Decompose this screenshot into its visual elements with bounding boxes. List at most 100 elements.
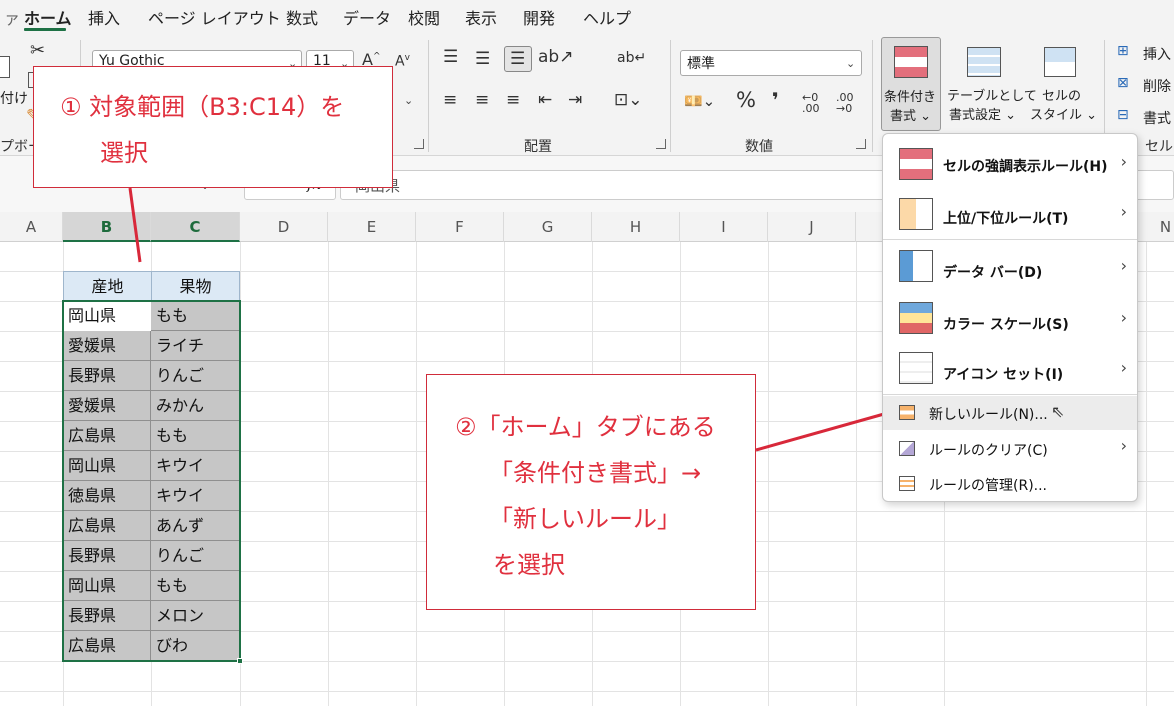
chevron-down-icon: ⌄ <box>846 57 856 70</box>
cell-c10[interactable]: あんず <box>151 511 240 541</box>
column-header-c[interactable]: C <box>151 212 240 242</box>
tab-developer[interactable]: 開発 <box>523 5 555 29</box>
cell-c11[interactable]: りんご <box>151 541 240 571</box>
tab-page-layout[interactable]: ページ レイアウト <box>148 5 281 29</box>
cell-b10[interactable]: 広島県 <box>63 511 151 541</box>
format-cells-icon[interactable]: ⊟ <box>1117 108 1129 122</box>
cell-c8[interactable]: キウイ <box>151 451 240 481</box>
cell-c12[interactable]: もも <box>151 571 240 601</box>
number-format-combobox[interactable]: 標準 <box>680 50 862 76</box>
cell-c6[interactable]: みかん <box>151 391 240 421</box>
delete-cells-label[interactable]: 削除 <box>1143 76 1171 96</box>
decrease-decimal-icon[interactable]: .00 →0 <box>836 92 854 114</box>
column-header-f[interactable]: F <box>416 212 504 242</box>
menu-item-new-rule[interactable]: 新しいルール(N)... ⇖ <box>883 396 1137 430</box>
tab-help[interactable]: ヘルプ <box>583 5 631 29</box>
cell-styles-button[interactable]: セルの スタイル ⌄ <box>1030 37 1097 131</box>
top-bottom-rules-icon <box>899 198 933 230</box>
menu-item-color-scales[interactable]: カラー スケール(S) › <box>883 294 1137 344</box>
cell-c13[interactable]: メロン <box>151 601 240 631</box>
table-header-fruit[interactable]: 果物 <box>151 271 240 301</box>
annotation-2-line-4: を選択 <box>493 551 565 579</box>
highlight-rules-icon <box>899 148 933 180</box>
menu-item-data-bars[interactable]: データ バー(D) › <box>883 242 1137 294</box>
percent-icon[interactable]: % <box>736 90 756 111</box>
conditional-formatting-button[interactable]: 条件付き 書式 ⌄ <box>881 37 941 131</box>
column-header-a[interactable]: A <box>0 212 63 242</box>
align-center-icon[interactable]: ≡ <box>475 92 489 109</box>
cell-c14[interactable]: びわ <box>151 631 240 661</box>
column-header-h[interactable]: H <box>592 212 680 242</box>
format-as-table-button[interactable]: テーブルとして 書式設定 ⌄ <box>947 37 1037 131</box>
number-dialog-launcher[interactable] <box>856 139 866 149</box>
orientation-icon[interactable]: ab↗ <box>538 49 573 66</box>
menu-item-icon-sets[interactable]: アイコン セット(I) › <box>883 344 1137 394</box>
cell-c5[interactable]: りんご <box>151 361 240 391</box>
cell-b9[interactable]: 徳島県 <box>63 481 151 511</box>
cell-b5[interactable]: 長野県 <box>63 361 151 391</box>
paste-icon[interactable] <box>0 56 10 78</box>
cell-c3[interactable]: もも <box>151 301 240 331</box>
alignment-dialog-launcher[interactable] <box>656 139 666 149</box>
font-dialog-launcher[interactable] <box>414 139 424 149</box>
table-header-origin[interactable]: 産地 <box>63 271 152 301</box>
mouse-cursor-icon: ⇖ <box>1051 402 1065 421</box>
comma-style-icon[interactable]: ❜ <box>772 90 779 110</box>
cell-b12[interactable]: 岡山県 <box>63 571 151 601</box>
align-bottom-icon[interactable]: ☰ <box>504 46 532 72</box>
column-header-d[interactable]: D <box>240 212 328 242</box>
cell-b7[interactable]: 広島県 <box>63 421 151 451</box>
cell-c9[interactable]: キウイ <box>151 481 240 511</box>
delete-cells-icon[interactable]: ⊠ <box>1117 76 1129 90</box>
increase-indent-icon[interactable]: ⇥ <box>568 92 582 109</box>
accounting-format-icon[interactable]: 💴⌄ <box>684 94 715 109</box>
decrease-indent-icon[interactable]: ⇤ <box>538 92 552 109</box>
column-header-j[interactable]: J <box>768 212 856 242</box>
column-header-e[interactable]: E <box>328 212 416 242</box>
cells-group-label: セル <box>1145 139 1173 155</box>
increase-decimal-icon[interactable]: ←0.00 <box>802 92 820 114</box>
menu-label: データ バー(D) <box>943 265 1043 281</box>
tab-home[interactable]: ホーム <box>24 5 72 29</box>
cell-b11[interactable]: 長野県 <box>63 541 151 571</box>
column-header-i[interactable]: I <box>680 212 768 242</box>
tab-review[interactable]: 校閲 <box>408 5 440 29</box>
tab-view[interactable]: 表示 <box>465 5 497 29</box>
cell-b13[interactable]: 長野県 <box>63 601 151 631</box>
align-left-icon[interactable]: ≡ <box>443 92 457 109</box>
wrap-text-icon[interactable]: ab↵ <box>617 51 646 65</box>
fill-handle[interactable] <box>237 658 243 664</box>
insert-cells-icon[interactable]: ⊞ <box>1117 44 1129 58</box>
insert-cells-label[interactable]: 挿入 <box>1143 44 1171 64</box>
tab-data[interactable]: データ <box>343 5 391 29</box>
merge-center-icon[interactable]: ⊡⌄ <box>614 92 643 109</box>
tab-partial[interactable]: ァ <box>4 5 20 29</box>
tab-formulas[interactable]: 数式 <box>286 5 318 29</box>
cell-c4[interactable]: ライチ <box>151 331 240 361</box>
menu-label: セルの強調表示ルール(H) <box>943 159 1108 175</box>
cell-b8[interactable]: 岡山県 <box>63 451 151 481</box>
conditional-formatting-label-2: 書式 ⌄ <box>890 109 932 124</box>
menu-item-highlight-rules[interactable]: セルの強調表示ルール(H) › <box>883 138 1137 190</box>
menu-label: カラー スケール(S) <box>943 317 1069 333</box>
group-separator <box>670 40 671 152</box>
align-top-icon[interactable]: ☰ <box>443 49 458 66</box>
cell-b6[interactable]: 愛媛県 <box>63 391 151 421</box>
cell-b4[interactable]: 愛媛県 <box>63 331 151 361</box>
column-header-g[interactable]: G <box>504 212 592 242</box>
cell-c7[interactable]: もも <box>151 421 240 451</box>
column-header-b[interactable]: B <box>63 212 151 242</box>
menu-item-top-bottom-rules[interactable]: 上位/下位ルール(T) › <box>883 190 1137 240</box>
cell-b3[interactable]: 岡山県 <box>63 301 151 331</box>
align-middle-icon[interactable]: ☰ <box>475 51 490 68</box>
menu-item-clear-rules[interactable]: ルールのクリア(C) › <box>883 432 1137 466</box>
align-right-icon[interactable]: ≡ <box>506 92 520 109</box>
format-cells-label[interactable]: 書式 <box>1143 108 1171 128</box>
column-header-n[interactable]: N <box>1146 212 1174 242</box>
tab-insert[interactable]: 挿入 <box>88 5 120 29</box>
cell-b14[interactable]: 広島県 <box>63 631 151 661</box>
annotation-1-line-1: ① 対象範囲（B3:C14）を <box>60 93 345 121</box>
cut-icon[interactable]: ✂ <box>30 42 45 60</box>
decrease-font-icon[interactable]: Av <box>395 54 410 69</box>
menu-item-manage-rules[interactable]: ルールの管理(R)... <box>883 468 1137 500</box>
